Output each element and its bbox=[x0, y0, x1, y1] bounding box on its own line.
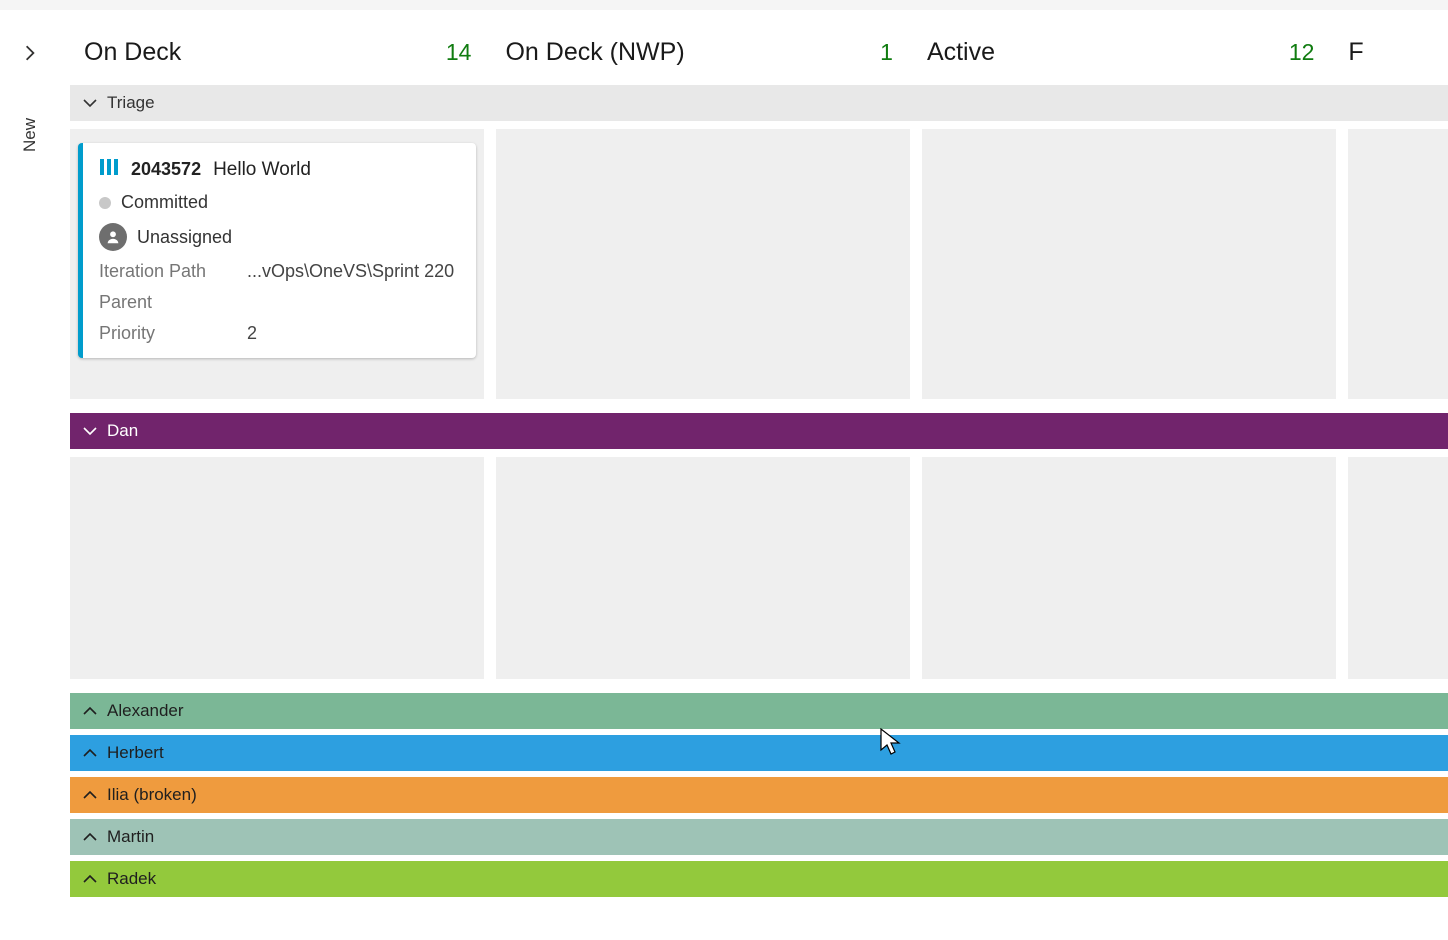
card-header: 2043572 Hello World bbox=[99, 157, 460, 182]
field-label: Iteration Path bbox=[99, 261, 247, 282]
swimlane-title: Alexander bbox=[107, 701, 184, 721]
swimlane-header-radek[interactable]: Radek bbox=[70, 861, 1448, 897]
column-header-active[interactable]: Active 12 bbox=[927, 38, 1348, 67]
board-cell[interactable] bbox=[496, 457, 910, 679]
board-cell[interactable] bbox=[496, 129, 910, 399]
column-count: 12 bbox=[1289, 39, 1315, 66]
chevron-up-icon bbox=[82, 871, 98, 887]
swimlane-header-triage[interactable]: Triage bbox=[70, 85, 1448, 121]
product-backlog-item-icon bbox=[99, 157, 119, 182]
board-cell[interactable] bbox=[922, 457, 1336, 679]
unassigned-avatar-icon bbox=[99, 223, 127, 251]
assignee-label: Unassigned bbox=[137, 227, 232, 248]
column-header-partial[interactable]: F bbox=[1348, 38, 1448, 67]
swimlane-header-ilia[interactable]: Ilia (broken) bbox=[70, 777, 1448, 813]
chevron-up-icon bbox=[82, 829, 98, 845]
card-field-parent: Parent bbox=[99, 292, 460, 313]
swimlane-title: Ilia (broken) bbox=[107, 785, 197, 805]
swimlane-title: Radek bbox=[107, 869, 156, 889]
field-label: Priority bbox=[99, 323, 247, 344]
swimlane-header-herbert[interactable]: Herbert bbox=[70, 735, 1448, 771]
field-value: ...vOps\OneVS\Sprint 220 bbox=[247, 261, 454, 282]
column-header-on-deck-nwp[interactable]: On Deck (NWP) 1 bbox=[505, 38, 926, 67]
board-main: On Deck 14 On Deck (NWP) 1 Active 12 F T… bbox=[60, 10, 1448, 940]
left-rail: New bbox=[0, 10, 60, 940]
card-state: Committed bbox=[99, 192, 460, 213]
rail-expand-icon[interactable] bbox=[21, 42, 39, 68]
swimlane-title: Dan bbox=[107, 421, 138, 441]
card-field-iteration: Iteration Path ...vOps\OneVS\Sprint 220 bbox=[99, 261, 460, 282]
column-count: 1 bbox=[880, 39, 893, 66]
column-title: Active bbox=[927, 38, 995, 67]
board-layout: New On Deck 14 On Deck (NWP) 1 Active 12… bbox=[0, 10, 1448, 940]
state-dot-icon bbox=[99, 197, 111, 209]
swimlane-row-dan bbox=[70, 457, 1448, 679]
card-assignee[interactable]: Unassigned bbox=[99, 223, 460, 251]
field-label: Parent bbox=[99, 292, 247, 313]
board-cell[interactable] bbox=[1348, 129, 1448, 399]
board-cell[interactable] bbox=[70, 457, 484, 679]
top-strip bbox=[0, 0, 1448, 10]
swimlane-row-triage: 2043572 Hello World Committed bbox=[70, 129, 1448, 399]
work-item-card[interactable]: 2043572 Hello World Committed bbox=[78, 143, 476, 358]
work-item-title: Hello World bbox=[213, 159, 311, 181]
card-field-priority: Priority 2 bbox=[99, 323, 460, 344]
board-cell[interactable] bbox=[1348, 457, 1448, 679]
swimlane-header-dan[interactable]: Dan bbox=[70, 413, 1448, 449]
rail-state-label: New bbox=[20, 118, 40, 152]
chevron-up-icon bbox=[82, 703, 98, 719]
chevron-up-icon bbox=[82, 745, 98, 761]
state-label: Committed bbox=[121, 192, 208, 213]
swimlane-title: Martin bbox=[107, 827, 154, 847]
work-item-id: 2043572 bbox=[131, 159, 201, 180]
swimlane-title: Herbert bbox=[107, 743, 164, 763]
chevron-down-icon bbox=[82, 423, 98, 439]
column-title: F bbox=[1348, 38, 1363, 67]
swimlane-header-alexander[interactable]: Alexander bbox=[70, 693, 1448, 729]
swimlane-header-martin[interactable]: Martin bbox=[70, 819, 1448, 855]
chevron-down-icon bbox=[82, 95, 98, 111]
column-title: On Deck bbox=[84, 38, 181, 67]
board-cell[interactable]: 2043572 Hello World Committed bbox=[70, 129, 484, 399]
columns-header: On Deck 14 On Deck (NWP) 1 Active 12 F bbox=[60, 10, 1448, 85]
column-header-on-deck[interactable]: On Deck 14 bbox=[84, 38, 505, 67]
field-value: 2 bbox=[247, 323, 257, 344]
swimlane-title: Triage bbox=[107, 93, 155, 113]
chevron-up-icon bbox=[82, 787, 98, 803]
column-title: On Deck (NWP) bbox=[505, 38, 684, 67]
board-cell[interactable] bbox=[922, 129, 1336, 399]
column-count: 14 bbox=[446, 39, 472, 66]
